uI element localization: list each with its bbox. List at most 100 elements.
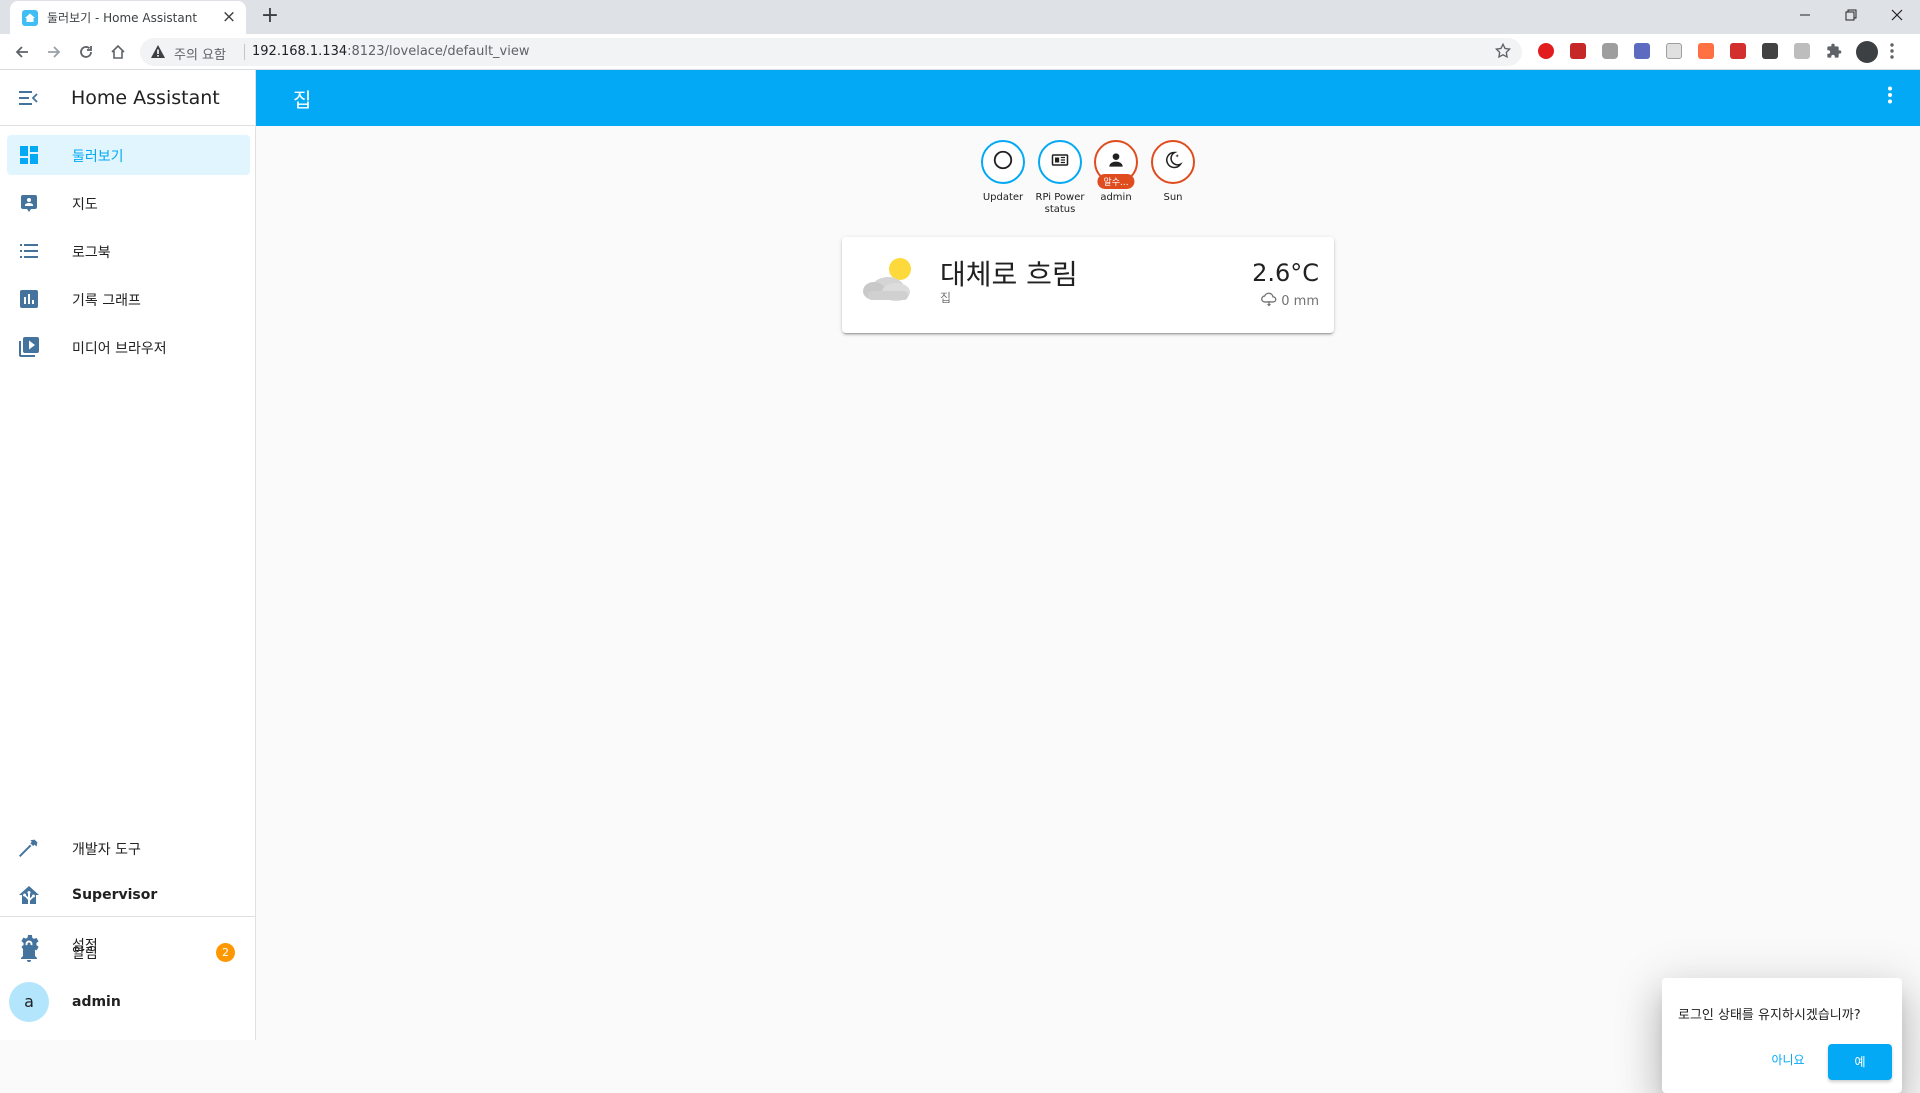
sidebar-item-profile[interactable]: a admin — [7, 980, 250, 1024]
browser-toolbar: 주의 요함 192.168.1.134:8123/lovelace/defaul… — [0, 34, 1920, 70]
keep-login-dialog: 로그인 상태를 유지하시겠습니까? 아니요 예 — [1662, 978, 1902, 1093]
weather-precipitation: 0 mm — [1260, 291, 1319, 311]
app-toolbar: 집 — [256, 70, 1920, 126]
yes-button[interactable]: 예 — [1828, 1044, 1892, 1080]
sidebar-item-label: 미디어 브라우저 — [72, 341, 167, 357]
warning-icon[interactable] — [150, 44, 166, 64]
close-window-icon[interactable] — [1874, 0, 1920, 30]
hammer-icon — [17, 836, 41, 860]
reload-icon[interactable] — [74, 40, 98, 64]
user-name: admin — [72, 994, 121, 1010]
sidebar-item-label: Supervisor — [72, 887, 158, 903]
send-extension-icon[interactable] — [1634, 43, 1650, 59]
sidebar-header: Home Assistant — [0, 70, 256, 126]
url-path: :8123/lovelace/default_view — [347, 44, 530, 59]
sidebar-item-label: 둘러보기 — [72, 149, 124, 165]
back-arrow-icon[interactable] — [10, 40, 34, 64]
moon-icon — [1163, 150, 1183, 174]
sidebar-item-notifications[interactable]: 알림 2 — [7, 932, 250, 972]
weather-card[interactable]: 대체로 흐림 집 2.6°C 0 mm — [842, 237, 1334, 333]
bell-icon — [17, 940, 41, 964]
sidebar-item-supervisor[interactable]: Supervisor — [7, 876, 250, 916]
tab-title: 둘러보기 - Home Assistant — [47, 11, 198, 25]
sidebar-item-logbook[interactable]: 로그북 — [7, 231, 250, 271]
s-extension-icon[interactable] — [1762, 43, 1778, 59]
logbook-list-icon — [17, 239, 41, 263]
home-assistant-app: Home Assistant 둘러보기 지도 로그북 기록 그래프 미디어 브라… — [0, 70, 1920, 1093]
partly-cloudy-icon — [860, 255, 918, 309]
sidebar: Home Assistant 둘러보기 지도 로그북 기록 그래프 미디어 브라… — [0, 70, 256, 1040]
sidebar-item-history[interactable]: 기록 그래프 — [7, 279, 250, 319]
badge-label: admin — [1100, 192, 1132, 203]
badge-circle — [1151, 140, 1195, 184]
home-assistant-icon — [17, 884, 41, 908]
camera-extension-icon[interactable] — [1602, 43, 1618, 59]
adblock-extension-icon[interactable] — [1538, 43, 1554, 59]
sidebar-item-media-browser[interactable]: 미디어 브라우저 — [7, 327, 250, 367]
translate-extension-icon[interactable] — [1794, 43, 1810, 59]
sidebar-item-label: 알림 — [72, 946, 98, 962]
browser-tab[interactable]: 둘러보기 - Home Assistant × — [10, 1, 246, 34]
home-icon[interactable] — [106, 40, 130, 64]
security-warning-label[interactable]: 주의 요함 — [174, 44, 226, 63]
sidebar-item-overview[interactable]: 둘러보기 — [7, 135, 250, 175]
person-icon — [1106, 150, 1126, 174]
sidebar-item-developer-tools[interactable]: 개발자 도구 — [7, 828, 250, 868]
home-assistant-favicon-icon — [22, 9, 38, 26]
sidebar-item-label: 지도 — [72, 197, 98, 213]
bookmark-star-icon[interactable] — [1494, 42, 1512, 64]
raspberry-pi-icon — [1050, 150, 1070, 174]
bookmark-extension-icon[interactable] — [1730, 43, 1746, 59]
badge-sun[interactable]: Sun — [1143, 140, 1203, 204]
dialog-message: 로그인 상태를 유지하시겠습니까? — [1678, 1008, 1861, 1023]
sidebar-item-label: 기록 그래프 — [72, 293, 141, 309]
notification-count-badge: 2 — [216, 943, 235, 962]
chrome-menu-icon[interactable] — [1890, 42, 1894, 64]
badge-person-admin[interactable]: 알수... admin — [1086, 140, 1146, 204]
precipitation-value: 0 mm — [1281, 293, 1319, 309]
sidebar-title: Home Assistant — [71, 87, 220, 109]
badge-label: Updater — [982, 192, 1024, 203]
new-tab-button[interactable]: + — [258, 5, 282, 29]
circle-outline-icon — [992, 149, 1014, 175]
weather-state: 대체로 흐림 — [940, 258, 1078, 291]
weather-temperature: 2.6°C — [1252, 259, 1319, 287]
menu-collapse-icon[interactable] — [16, 86, 40, 110]
puzzle-extensions-icon[interactable] — [1826, 43, 1842, 59]
sidebar-divider — [0, 916, 256, 917]
minimize-icon[interactable] — [1782, 0, 1828, 30]
no-button[interactable]: 아니요 — [1762, 1044, 1814, 1076]
omnibox-divider — [244, 44, 245, 60]
restore-icon[interactable] — [1828, 0, 1874, 30]
url-host: 192.168.1.134 — [252, 44, 348, 59]
tab-close-icon[interactable]: × — [220, 8, 238, 27]
avatar: a — [9, 982, 49, 1022]
badge-updater[interactable]: Updater — [973, 140, 1033, 204]
state-pill: 알수... — [1097, 174, 1135, 189]
forward-arrow-icon[interactable] — [42, 40, 66, 64]
url-text[interactable]: 192.168.1.134:8123/lovelace/default_view — [252, 44, 530, 59]
weather-entity-name: 집 — [940, 291, 952, 305]
sidebar-item-label: 개발자 도구 — [72, 842, 141, 858]
badge-circle — [1038, 140, 1082, 184]
address-bar[interactable]: 주의 요함 192.168.1.134:8123/lovelace/defaul… — [140, 38, 1522, 66]
dashboard-icon — [17, 143, 41, 167]
map-account-icon — [17, 191, 41, 215]
page-title: 집 — [293, 88, 312, 112]
badge-circle: 알수... — [1094, 140, 1138, 189]
media-browser-icon — [17, 335, 41, 359]
extension-icon[interactable] — [1570, 43, 1586, 59]
badge-label: Sun — [1163, 192, 1183, 203]
overflow-menu-icon[interactable] — [1888, 86, 1892, 108]
chrome-profile-avatar[interactable] — [1856, 41, 1878, 63]
badge-label: RPi Power status — [1035, 192, 1085, 215]
history-chart-icon — [17, 287, 41, 311]
browser-tab-strip: 둘러보기 - Home Assistant × + — [0, 0, 1920, 34]
sidebar-item-map[interactable]: 지도 — [7, 183, 250, 223]
badge-circle — [981, 140, 1025, 184]
badge-rpi-power[interactable]: RPi Power status — [1030, 140, 1090, 216]
rain-cloud-icon — [1260, 291, 1278, 311]
rss-extension-icon[interactable] — [1698, 43, 1714, 59]
window-extension-icon[interactable] — [1666, 43, 1682, 59]
sidebar-item-label: 로그북 — [72, 245, 111, 261]
